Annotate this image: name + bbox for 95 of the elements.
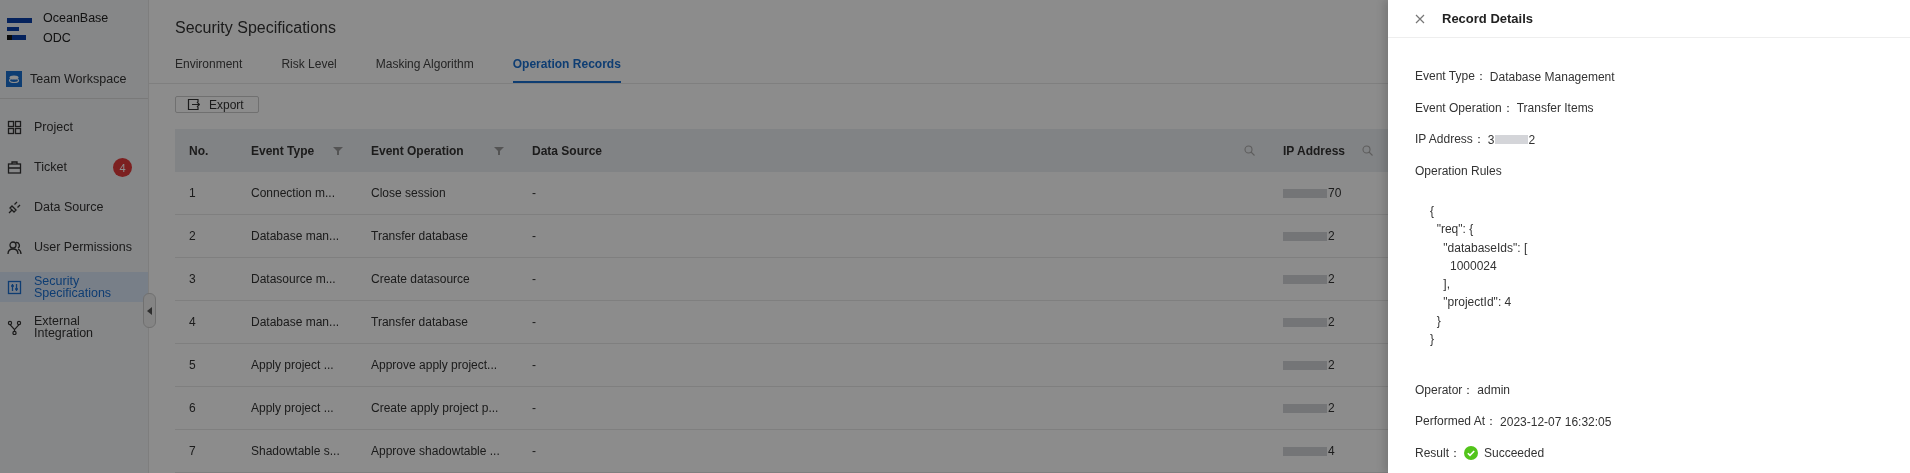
- export-button[interactable]: Export: [175, 96, 259, 113]
- table-cell: 2: [1328, 401, 1335, 415]
- table-cell: 2: [189, 229, 196, 243]
- tab[interactable]: Risk Level: [281, 57, 337, 83]
- nav-item[interactable]: User Permissions: [0, 227, 148, 267]
- table-cell: -: [532, 229, 536, 243]
- table-cell: Apply project ...: [251, 358, 334, 372]
- table-cell: -: [532, 272, 536, 286]
- nav-item[interactable]: Project: [0, 107, 148, 147]
- field-value: 2: [1528, 132, 1536, 147]
- logo-text: ODC: [43, 30, 72, 45]
- table-cell: 1: [189, 186, 196, 200]
- close-icon: [1415, 13, 1425, 24]
- briefcase-icon: [7, 159, 22, 175]
- table-cell: 5: [189, 358, 196, 372]
- column-header: Data Source: [532, 143, 603, 158]
- nav-item[interactable]: Ticket 4: [0, 147, 148, 187]
- table-cell: Datasource m...: [251, 272, 336, 286]
- table-cell: 2: [1328, 358, 1335, 372]
- table-cell: Database man...: [251, 229, 340, 243]
- table-cell: 7: [189, 444, 196, 458]
- logo-text: OceanBase: [43, 10, 109, 25]
- grid-icon: [7, 119, 22, 135]
- column-header: IP Address: [1283, 143, 1346, 158]
- table-cell: 4: [1328, 444, 1335, 458]
- fork-icon: [7, 319, 22, 335]
- column-header: Event Operation: [371, 143, 464, 158]
- field-value: 3: [1487, 132, 1495, 147]
- table-cell: 6: [189, 401, 196, 415]
- table-cell: Apply project ...: [251, 401, 334, 415]
- table-cell: 2: [1328, 229, 1335, 243]
- count-badge: 4: [113, 158, 132, 177]
- table-cell: Database man...: [251, 315, 340, 329]
- table-cell: -: [532, 401, 536, 415]
- workspace-icon: [6, 71, 22, 87]
- caret-icon: [146, 306, 153, 315]
- redacted-text: [1283, 403, 1327, 413]
- table-cell: Create apply project p...: [371, 401, 499, 415]
- nav-item[interactable]: Data Source: [0, 187, 148, 227]
- filter-icon: [494, 145, 504, 156]
- table-cell: Connection m...: [251, 186, 336, 200]
- code-text: { "req": { "databaseIds": [ 1000024 ], "projectId": 4 } }: [1430, 203, 1528, 349]
- table-cell: Transfer database: [371, 229, 468, 243]
- field-value: admin: [1477, 383, 1511, 398]
- table-cell: 3: [189, 272, 196, 286]
- filter-icon: [333, 145, 343, 156]
- field-label: Result：: [1415, 444, 1461, 462]
- table-cell: Shadowtable s...: [251, 444, 340, 458]
- field-label: Event Operation：: [1415, 99, 1514, 117]
- plug-icon: [7, 199, 22, 215]
- tab[interactable]: Environment: [175, 57, 243, 83]
- redacted-text: [1283, 317, 1327, 327]
- table-cell: Approve apply project...: [371, 358, 498, 372]
- table-cell: Close session: [371, 186, 446, 200]
- table-cell: 4: [189, 315, 196, 329]
- redacted-text: [1283, 360, 1327, 370]
- table-cell: -: [532, 358, 536, 372]
- redacted-text: [1283, 231, 1327, 241]
- drawer-title: Record Details: [1442, 11, 1534, 26]
- section-label: Operation Rules: [1415, 163, 1503, 181]
- field-label: IP Address：: [1415, 131, 1485, 149]
- table-cell: -: [532, 444, 536, 458]
- workspace-switcher[interactable]: Team Workspace: [30, 72, 127, 86]
- column-header: Event Type: [251, 143, 315, 158]
- field-label: Event Type：: [1415, 68, 1487, 86]
- field-value: Transfer Items: [1516, 101, 1594, 116]
- field-value: Succeeded: [1484, 446, 1545, 461]
- column-header: No.: [189, 143, 209, 158]
- page-title: Security Specifications: [175, 19, 337, 37]
- table-cell: 2: [1328, 272, 1335, 286]
- search-icon: [1362, 145, 1373, 156]
- table-cell: -: [532, 315, 536, 329]
- search-icon: [1244, 145, 1255, 156]
- table-cell: Transfer database: [371, 315, 468, 329]
- sliders-icon: [7, 279, 22, 295]
- export-icon: [187, 98, 200, 111]
- table-cell: 70: [1328, 186, 1342, 200]
- redacted-text: [1494, 135, 1528, 145]
- table-cell: 2: [1328, 315, 1335, 329]
- tab[interactable]: Operation Records: [512, 57, 621, 83]
- table-cell: Approve shadowtable ...: [371, 444, 500, 458]
- field-label: Operator：: [1415, 381, 1475, 399]
- redacted-text: [1283, 188, 1327, 198]
- users-icon: [7, 239, 22, 255]
- field-label: Performed At：: [1415, 413, 1498, 431]
- tab[interactable]: Masking Algorithm: [375, 57, 474, 83]
- close-button[interactable]: [1415, 13, 1425, 24]
- field-value: 2023-12-07 16:32:05: [1500, 414, 1612, 429]
- nav-item[interactable]: Security Specifications: [0, 272, 148, 302]
- table-cell: Create datasource: [371, 272, 470, 286]
- redacted-text: [1283, 274, 1327, 284]
- redacted-text: [1283, 446, 1327, 456]
- table-cell: -: [532, 186, 536, 200]
- field-value: Database Management: [1489, 69, 1615, 84]
- check-circle-icon: [1464, 446, 1478, 461]
